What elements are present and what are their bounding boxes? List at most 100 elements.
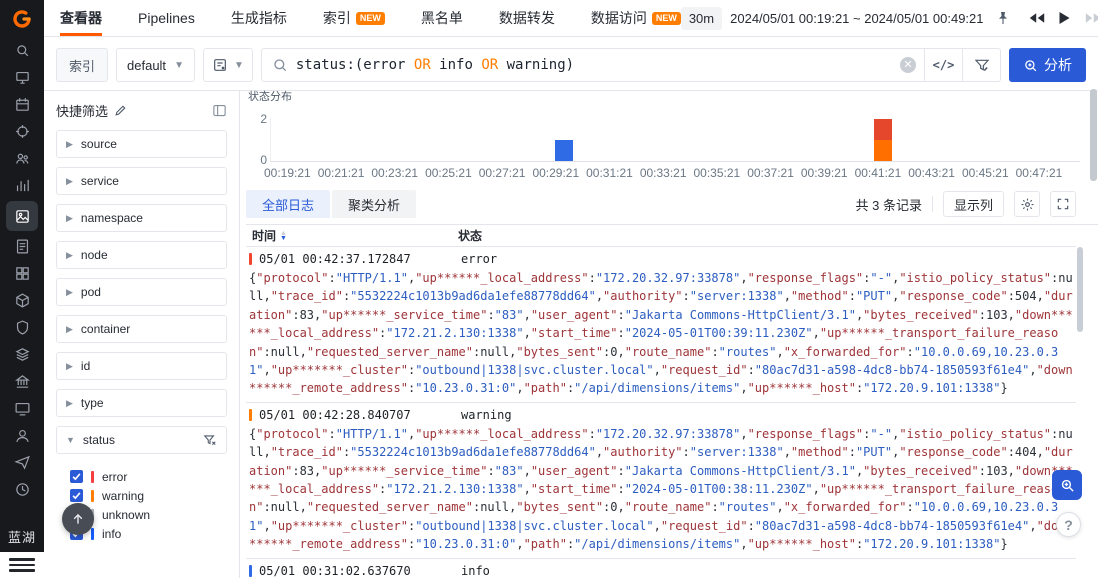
nav-item-label: Pipelines (138, 10, 195, 26)
y-tick-label: 2 (260, 112, 267, 126)
logs-icon[interactable] (6, 233, 38, 260)
dashboard-icon[interactable] (6, 64, 38, 91)
tab-all-logs[interactable]: 全部日志 (246, 190, 331, 218)
nav-item[interactable]: 索引 NEW (323, 0, 385, 36)
nav-item[interactable]: Pipelines (138, 0, 195, 36)
nav-item-label: 生成指标 (230, 10, 287, 26)
step-forward-icon[interactable] (1082, 7, 1098, 29)
nav-item[interactable]: 数据访问 NEW (591, 0, 681, 36)
nav-item-label: 查看器 (60, 10, 102, 26)
settings-gear-icon[interactable] (1014, 191, 1040, 217)
page-scrollbar[interactable] (1090, 89, 1097, 181)
step-back-icon[interactable] (1026, 7, 1048, 29)
saved-view-select[interactable]: ▼ (202, 48, 253, 82)
nav-item[interactable]: 黑名单 (421, 0, 463, 36)
filter-item-source[interactable]: ▶ source (56, 130, 227, 158)
analytics-icon[interactable] (6, 172, 38, 199)
x-tick-label: 00:41:21 (854, 166, 902, 180)
play-icon[interactable] (1054, 7, 1076, 29)
status-option-info[interactable]: info (70, 524, 227, 543)
code-mode-toggle[interactable]: </> (924, 49, 962, 81)
new-badge: NEW (355, 11, 385, 25)
tab-cluster-analysis[interactable]: 聚类分析 (332, 190, 417, 218)
time-range-display[interactable]: 2024/05/01 00:19:21 ~ 2024/05/01 00:49:2… (730, 11, 983, 26)
filter-item-label: type (80, 396, 104, 410)
nav-item-label: 数据转发 (498, 10, 555, 26)
chevron-down-icon: ▼ (174, 59, 184, 71)
query-bar: 索引 default ▼ ▼ status:(error OR info OR … (44, 48, 1098, 91)
sort-icon[interactable]: ▲ ▼ (280, 230, 287, 242)
analyze-button[interactable]: 分析 (1009, 48, 1086, 82)
filter-item-pod[interactable]: ▶ pod (56, 278, 227, 306)
scope-icon[interactable] (6, 118, 38, 145)
index-select[interactable]: default ▼ (116, 48, 195, 82)
pin-icon[interactable] (992, 7, 1014, 29)
filter-item-container[interactable]: ▶ container (56, 315, 227, 343)
checkbox[interactable] (70, 489, 83, 502)
log-row[interactable]: 05/01 00:31:02.637670info{"protocol":"HT… (246, 559, 1076, 578)
clock-icon[interactable] (6, 476, 38, 503)
filter-item-namespace[interactable]: ▶ namespace (56, 204, 227, 232)
time-shortcut-button[interactable]: 30m (680, 6, 723, 30)
checkbox[interactable] (70, 470, 83, 483)
smart-search-widget[interactable] (1052, 470, 1082, 500)
filter-item-node[interactable]: ▶ node (56, 241, 227, 269)
chart-bar[interactable] (874, 119, 893, 161)
status-option-warning[interactable]: warning (70, 486, 227, 505)
filter-item-id[interactable]: ▶ id (56, 352, 227, 380)
nav-item[interactable]: 数据转发 (499, 0, 555, 36)
show-columns-button[interactable]: 显示列 (942, 191, 1004, 217)
lanhu-menu-icon[interactable] (0, 552, 44, 578)
collapse-panel-icon[interactable] (212, 103, 227, 118)
table-scrollbar[interactable] (1077, 247, 1083, 332)
security-icon[interactable] (6, 314, 38, 341)
edit-pencil-icon[interactable] (114, 104, 127, 117)
search-input[interactable]: status:(error OR info OR warning) (262, 49, 900, 81)
chart-plot-area[interactable]: 20 (260, 112, 1080, 167)
filter-item-service[interactable]: ▶ service (56, 167, 227, 195)
nav-item-label: 索引 (322, 10, 351, 26)
column-header-time[interactable]: 时间 (252, 227, 276, 244)
account-icon[interactable] (6, 422, 38, 449)
back-to-top-button[interactable] (62, 503, 94, 535)
chevron-right-icon: ▶ (66, 212, 73, 223)
search-icon[interactable] (6, 37, 38, 64)
filter-item-label: pod (80, 285, 101, 299)
monitor-icon[interactable] (6, 395, 38, 422)
calendar-icon[interactable] (6, 91, 38, 118)
viewer-icon[interactable] (6, 201, 38, 231)
filter-item-label: namespace (80, 211, 143, 225)
filter-edit-icon[interactable] (962, 49, 1000, 81)
logo-g-icon (13, 9, 31, 28)
stack-icon[interactable] (6, 341, 38, 368)
column-header-status: 状态 (458, 229, 483, 243)
chevron-right-icon: ▶ (66, 397, 73, 408)
clear-filter-icon[interactable] (203, 433, 217, 447)
chart-bar[interactable] (554, 140, 573, 161)
filter-item-label: id (80, 359, 91, 373)
team-icon[interactable] (6, 145, 38, 172)
filter-item-status[interactable]: ▼ status (56, 426, 227, 454)
log-row[interactable]: 05/01 00:42:37.172847 error {"protocol":"H… (246, 247, 1076, 403)
help-button[interactable]: ? (1056, 512, 1081, 537)
status-color-swatch (91, 489, 94, 502)
query-text: status:(error OR info OR warning) (295, 57, 575, 73)
log-json: {"protocol":"HTTP/1.1","up******_local_a… (249, 426, 1073, 552)
status-option-error[interactable]: error (70, 467, 227, 486)
status-color-swatch (91, 470, 94, 483)
log-row[interactable]: 05/01 00:42:28.840707 warning {"protocol":… (246, 403, 1076, 559)
nav-item[interactable]: 查看器 (60, 0, 102, 36)
announce-icon[interactable] (6, 449, 38, 476)
filter-item-type[interactable]: ▶ type (56, 389, 227, 417)
fullscreen-icon[interactable] (1050, 191, 1076, 217)
apps-icon[interactable] (6, 260, 38, 287)
clear-query-icon[interactable]: ✕ (900, 57, 916, 73)
log-table: 时间 ▲ ▼ 状态 05/01 00:42:37.172847 error {"pro… (246, 224, 1098, 578)
integration-icon[interactable] (6, 287, 38, 314)
app-logo[interactable] (0, 0, 44, 37)
infrastructure-icon[interactable] (6, 368, 38, 395)
chart-title: 状态分布 (248, 91, 292, 102)
x-tick-label: 00:25:21 (425, 166, 472, 180)
log-status: info (461, 563, 490, 578)
nav-item[interactable]: 生成指标 (231, 0, 287, 36)
